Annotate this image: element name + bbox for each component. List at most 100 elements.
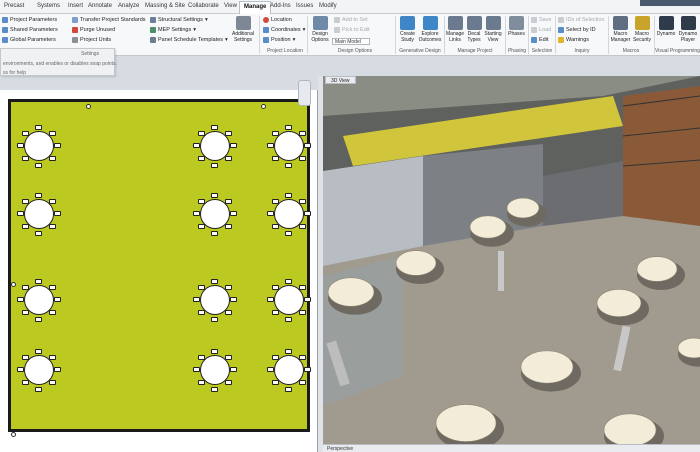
tooltip-description: environments, and enables or disables sn… — [3, 61, 117, 67]
tab-precast[interactable]: Precast — [4, 3, 24, 9]
plan-chair — [198, 199, 205, 204]
plan-chair — [198, 285, 205, 290]
tab-insert[interactable]: Insert — [68, 3, 83, 9]
plan-chair — [22, 380, 29, 385]
shared-parameters-button[interactable]: Shared Parameters — [2, 27, 58, 33]
plan-column-marker — [11, 282, 16, 287]
starting-view-icon — [485, 16, 501, 30]
3d-view[interactable]: 3D View — [323, 76, 700, 452]
additional-settings-button[interactable]: Additional Settings — [230, 16, 256, 43]
tab-systems[interactable]: Systems — [37, 3, 60, 9]
transfer-project-standards-button[interactable]: Transfer Project Standards — [72, 17, 146, 23]
tab-manage[interactable]: Manage — [239, 1, 272, 14]
plan-chair — [54, 143, 61, 148]
plan-chair — [35, 125, 42, 130]
3d-round-table — [506, 197, 540, 219]
plan-chair — [267, 297, 274, 302]
decal-types-button[interactable]: Decal Types — [465, 16, 483, 43]
plan-chair — [193, 367, 200, 372]
phases-button[interactable]: Phases — [507, 16, 526, 37]
manage-links-button[interactable]: Manage Links — [446, 16, 464, 43]
plan-chair — [272, 355, 279, 360]
purge-unused-button[interactable]: Purge Unused — [72, 27, 115, 33]
plan-chair — [35, 163, 42, 168]
explore-outcomes-button[interactable]: Explore Outcomes — [418, 16, 442, 43]
plan-chair — [49, 199, 56, 204]
edit-icon — [531, 37, 537, 43]
outcomes-icon — [422, 16, 438, 30]
add-to-set-button[interactable]: Add to Set — [334, 17, 368, 23]
macro-manager-button[interactable]: Macro Manager — [610, 16, 631, 43]
plan-chair — [299, 224, 306, 229]
plan-chair — [285, 349, 292, 354]
dynamo-player-button[interactable]: Dynamo Player — [676, 16, 700, 43]
plan-chair — [54, 367, 61, 372]
purge-icon — [72, 27, 78, 33]
3d-round-table — [520, 350, 574, 384]
panel-label-phasing: Phasing — [507, 48, 527, 54]
project-units-button[interactable]: Project Units — [72, 37, 111, 43]
plan-chair — [49, 310, 56, 315]
plan-chair — [225, 285, 232, 290]
tooltip-panel-label: Settings — [81, 51, 100, 57]
load-selection-button[interactable]: Load — [531, 27, 551, 33]
plan-chair — [211, 317, 218, 322]
plan-chair — [22, 199, 29, 204]
dynamo-button[interactable]: Dynamo — [656, 16, 676, 37]
global-parameters-button[interactable]: Global Parameters — [2, 37, 56, 43]
design-options-button[interactable]: Design Options — [310, 16, 330, 43]
structural-settings-button[interactable]: Structural Settings ▾ — [150, 17, 208, 23]
plan-chair — [272, 224, 279, 229]
mep-settings-button[interactable]: MEP Settings ▾ — [150, 27, 196, 33]
plan-chair — [198, 156, 205, 161]
plan-chair — [225, 224, 232, 229]
plan-chair — [35, 387, 42, 392]
tab-issues[interactable]: Issues — [296, 3, 313, 9]
tab-collaborate[interactable]: Collaborate — [188, 3, 219, 9]
plan-chair — [54, 297, 61, 302]
plan-chair — [285, 193, 292, 198]
starting-view-button[interactable]: Starting View — [483, 16, 503, 43]
view-navigation-bar[interactable] — [298, 80, 311, 106]
warnings-button[interactable]: Warnings — [558, 37, 589, 43]
floor-plan-view[interactable] — [0, 90, 318, 452]
tab-modify[interactable]: Modify — [319, 3, 337, 9]
3d-view-tab[interactable]: 3D View — [325, 76, 356, 84]
plan-chair — [35, 193, 42, 198]
plan-chair — [211, 193, 218, 198]
tab-analyze[interactable]: Analyze — [118, 3, 139, 9]
location-icon — [263, 17, 269, 23]
tab-annotate[interactable]: Annotate — [88, 3, 112, 9]
room-floor — [8, 99, 311, 437]
coordinates-button[interactable]: Coordinates ▾ — [263, 27, 305, 33]
plan-chair — [22, 355, 29, 360]
location-button[interactable]: Location — [263, 17, 292, 23]
edit-selection-button[interactable]: Edit — [531, 37, 548, 43]
dynamo-player-icon — [680, 16, 696, 30]
plan-chair — [22, 156, 29, 161]
tab-massing-site[interactable]: Massing & Site — [145, 3, 185, 9]
settings-tooltip: Settings environments, and enables or di… — [0, 48, 117, 76]
plan-chair — [22, 224, 29, 229]
tab-view[interactable]: View — [224, 3, 237, 9]
project-parameters-button[interactable]: Project Parameters — [2, 17, 57, 23]
position-button[interactable]: Position ▾ — [263, 37, 295, 43]
design-option-select[interactable]: Main Model — [332, 38, 370, 45]
plan-chair — [54, 211, 61, 216]
plan-chair — [230, 367, 237, 372]
phases-icon — [509, 16, 524, 30]
ids-of-selection-button[interactable]: IDs of Selection — [558, 17, 605, 23]
pick-to-edit-button[interactable]: Pick to Edit — [334, 27, 370, 33]
panel-label-generative-design: Generative Design — [399, 48, 441, 54]
save-selection-button[interactable]: Save — [531, 17, 552, 23]
macro-security-button[interactable]: Macro Security — [631, 16, 653, 43]
view-mode-label[interactable]: Perspective — [327, 446, 353, 452]
tab-add-ins[interactable]: Add-Ins — [270, 3, 291, 9]
3d-round-table — [636, 256, 678, 282]
panel-schedule-templates-button[interactable]: Panel Schedule Templates ▾ — [150, 37, 228, 43]
panel-label-inquiry: Inquiry — [574, 48, 590, 54]
plan-chair — [225, 156, 232, 161]
select-by-id-button[interactable]: Select by ID — [558, 27, 596, 33]
create-study-button[interactable]: Create Study — [398, 16, 417, 43]
mep-icon — [150, 27, 156, 33]
